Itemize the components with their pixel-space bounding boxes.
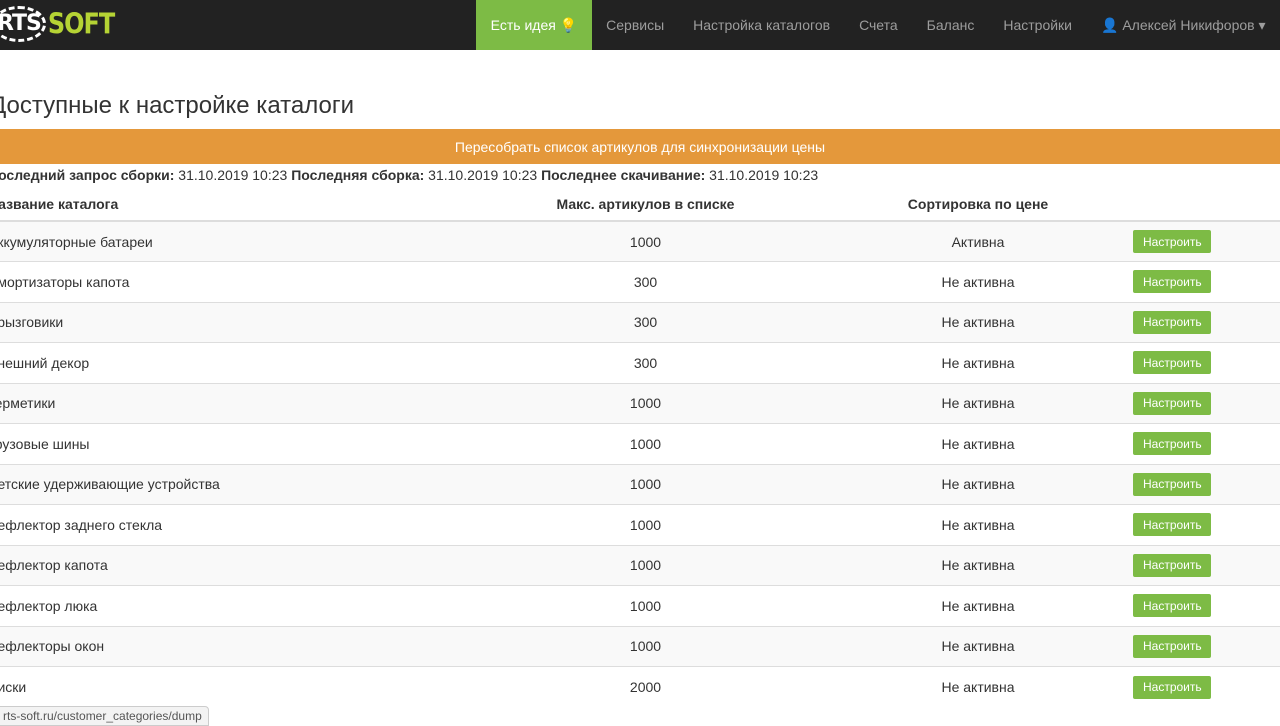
configure-button[interactable]: Настроить bbox=[1133, 554, 1211, 577]
max-articles: 1000 bbox=[448, 383, 843, 424]
configure-button[interactable]: Настроить bbox=[1133, 392, 1211, 415]
table-row: Диски2000Не активна Настроить bbox=[0, 667, 1280, 708]
price-sort-status: Не активна bbox=[843, 302, 1113, 343]
max-articles: 1000 bbox=[448, 586, 843, 627]
col-sort: Сортировка по цене bbox=[843, 187, 1113, 221]
table-row: Внешний декор300Не активна Настроить bbox=[0, 343, 1280, 384]
price-sort-status: Не активна bbox=[843, 545, 1113, 586]
nav-item-2[interactable]: Настройка каталогов bbox=[679, 0, 845, 50]
catalog-name: Дефлектор капота bbox=[0, 545, 448, 586]
configure-button[interactable]: Настроить bbox=[1133, 676, 1211, 699]
max-articles: 300 bbox=[448, 302, 843, 343]
nav-menu: Есть идея 💡СервисыНастройка каталоговСче… bbox=[476, 0, 1280, 50]
max-articles: 2000 bbox=[448, 667, 843, 708]
catalog-name: Детские удерживающие устройства bbox=[0, 464, 448, 505]
configure-button[interactable]: Настроить bbox=[1133, 351, 1211, 374]
price-sort-status: Не активна bbox=[843, 586, 1113, 627]
max-articles: 1000 bbox=[448, 626, 843, 667]
value-last-build: 31.10.2019 10:23 bbox=[428, 167, 537, 183]
label-last-download: Последнее скачивание: bbox=[541, 167, 705, 183]
max-articles: 1000 bbox=[448, 221, 843, 262]
table-row: Брызговики300Не активна Настроить bbox=[0, 302, 1280, 343]
catalog-name: Дефлекторы окон bbox=[0, 626, 448, 667]
price-sort-status: Не активна bbox=[843, 667, 1113, 708]
status-bar-url: rts-soft.ru/customer_categories/dump bbox=[0, 706, 209, 726]
max-articles: 300 bbox=[448, 262, 843, 303]
rebuild-button[interactable]: Пересобрать список артикулов для синхрон… bbox=[0, 129, 1280, 164]
logo[interactable]: RTSSOFT bbox=[0, 6, 114, 42]
nav-item-0[interactable]: Есть идея 💡 bbox=[476, 0, 591, 50]
nav-item-6[interactable]: 👤 Алексей Никифоров ▾ bbox=[1087, 0, 1280, 50]
table-row: Детские удерживающие устройства1000Не ак… bbox=[0, 464, 1280, 505]
table-row: Герметики1000Не активна Настроить bbox=[0, 383, 1280, 424]
table-row: Грузовые шины1000Не активна Настроить bbox=[0, 424, 1280, 465]
navbar: RTSSOFT Есть идея 💡СервисыНастройка ката… bbox=[0, 0, 1280, 50]
configure-button[interactable]: Настроить bbox=[1133, 230, 1211, 253]
max-articles: 1000 bbox=[448, 424, 843, 465]
catalog-name: Аккумуляторные батареи bbox=[0, 221, 448, 262]
label-last-request: Последний запрос сборки: bbox=[0, 167, 174, 183]
configure-button[interactable]: Настроить bbox=[1133, 635, 1211, 658]
max-articles: 1000 bbox=[448, 464, 843, 505]
page-title: Доступные к настройке каталоги bbox=[0, 92, 354, 120]
col-name: Название каталога bbox=[0, 187, 448, 221]
configure-button[interactable]: Настроить bbox=[1133, 311, 1211, 334]
catalog-name: Грузовые шины bbox=[0, 424, 448, 465]
table-row: Амортизаторы капота300Не активна Настроит… bbox=[0, 262, 1280, 303]
catalog-name: Брызговики bbox=[0, 302, 448, 343]
col-action bbox=[1113, 187, 1280, 221]
col-max: Макс. артикулов в списке bbox=[448, 187, 843, 221]
catalog-name: Диски bbox=[0, 667, 448, 708]
nav-item-5[interactable]: Настройки bbox=[989, 0, 1087, 50]
configure-button[interactable]: Настроить bbox=[1133, 473, 1211, 496]
price-sort-status: Не активна bbox=[843, 343, 1113, 384]
table-row: Дефлекторы окон1000Не активна Настроить bbox=[0, 626, 1280, 667]
configure-button[interactable]: Настроить bbox=[1133, 270, 1211, 293]
catalog-name: Дефлектор заднего стекла bbox=[0, 505, 448, 546]
table-row: Дефлектор заднего стекла1000Не активна На… bbox=[0, 505, 1280, 546]
catalog-table: Название каталога Макс. артикулов в спис… bbox=[0, 187, 1280, 707]
catalog-name: Амортизаторы капота bbox=[0, 262, 448, 303]
build-info: Последний запрос сборки: 31.10.2019 10:2… bbox=[0, 167, 818, 183]
configure-button[interactable]: Настроить bbox=[1133, 513, 1211, 536]
price-sort-status: Не активна bbox=[843, 383, 1113, 424]
value-last-request: 31.10.2019 10:23 bbox=[178, 167, 287, 183]
value-last-download: 31.10.2019 10:23 bbox=[709, 167, 818, 183]
catalog-name: Герметики bbox=[0, 383, 448, 424]
configure-button[interactable]: Настроить bbox=[1133, 594, 1211, 617]
catalog-name: Дефлектор люка bbox=[0, 586, 448, 627]
price-sort-status: Не активна bbox=[843, 626, 1113, 667]
max-articles: 1000 bbox=[448, 545, 843, 586]
price-sort-status: Активна bbox=[843, 221, 1113, 262]
max-articles: 300 bbox=[448, 343, 843, 384]
price-sort-status: Не активна bbox=[843, 262, 1113, 303]
nav-item-3[interactable]: Счета bbox=[845, 0, 913, 50]
table-row: Дефлектор капота1000Не активна Настроить bbox=[0, 545, 1280, 586]
table-row: Аккумуляторные батареи1000Активна Настрои… bbox=[0, 221, 1280, 262]
nav-item-4[interactable]: Баланс bbox=[912, 0, 989, 50]
price-sort-status: Не активна bbox=[843, 424, 1113, 465]
nav-item-1[interactable]: Сервисы bbox=[592, 0, 679, 50]
max-articles: 1000 bbox=[448, 505, 843, 546]
price-sort-status: Не активна bbox=[843, 464, 1113, 505]
configure-button[interactable]: Настроить bbox=[1133, 432, 1211, 455]
price-sort-status: Не активна bbox=[843, 505, 1113, 546]
table-row: Дефлектор люка1000Не активна Настроить bbox=[0, 586, 1280, 627]
catalog-name: Внешний декор bbox=[0, 343, 448, 384]
label-last-build: Последняя сборка: bbox=[291, 167, 424, 183]
